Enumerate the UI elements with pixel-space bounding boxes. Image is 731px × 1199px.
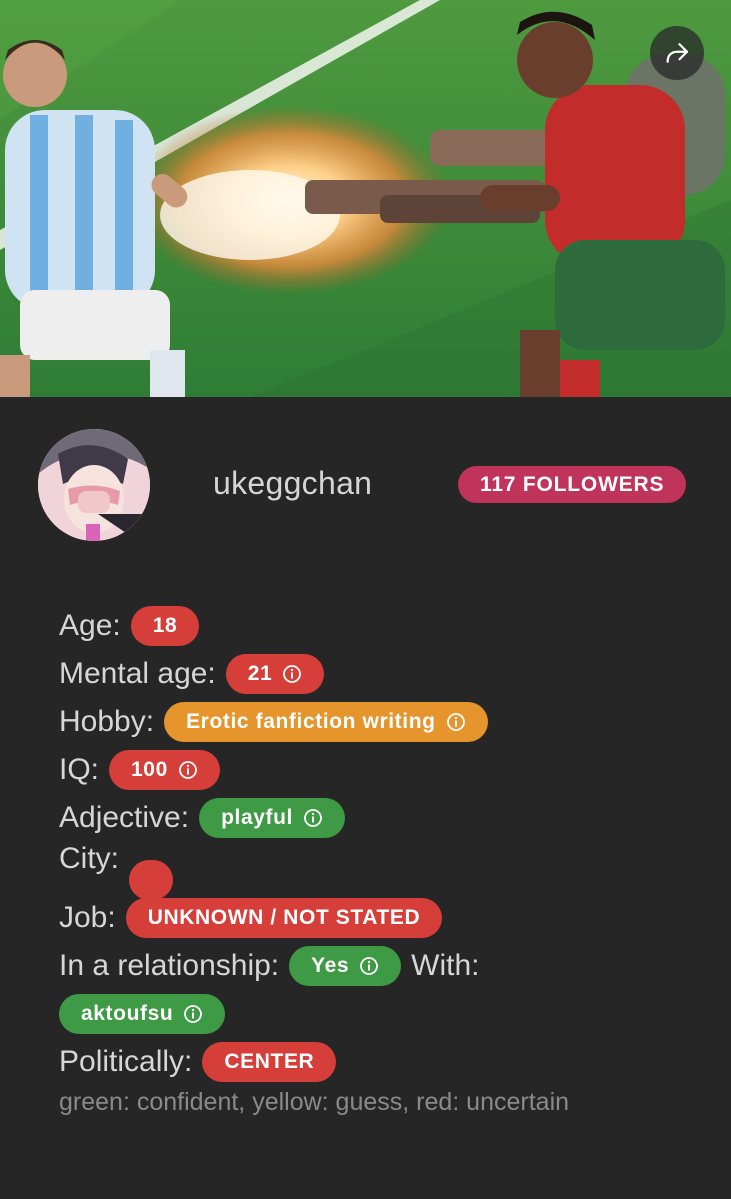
fact-label: IQ: bbox=[59, 753, 100, 786]
username: ukeggchan bbox=[213, 465, 373, 501]
badge-text: Yes bbox=[311, 954, 350, 977]
with-label: With: bbox=[411, 949, 480, 982]
confidence-legend: green: confident, yellow: guess, red: un… bbox=[59, 1088, 570, 1116]
badge-text: 18 bbox=[152, 614, 178, 637]
iq-badge[interactable]: 100 bbox=[109, 750, 220, 790]
banner-image bbox=[0, 0, 731, 397]
badge-text: CENTER bbox=[224, 1050, 315, 1073]
mental-age-badge[interactable]: 21 bbox=[225, 654, 325, 694]
badge-text: aktoufsu bbox=[81, 1002, 174, 1025]
fact-label: In a relationship: bbox=[59, 949, 280, 982]
badge-text: playful bbox=[221, 806, 293, 829]
info-icon[interactable] bbox=[359, 956, 379, 976]
info-icon[interactable] bbox=[446, 712, 466, 732]
fact-label: City: bbox=[59, 842, 119, 875]
age-badge[interactable]: 18 bbox=[130, 606, 200, 646]
fact-politically: Politically: CENTER bbox=[59, 1042, 337, 1082]
badge-text: Erotic fanfiction writing bbox=[186, 710, 436, 733]
share-icon bbox=[662, 38, 692, 68]
profile-card: ukeggchan 117 FOLLOWERS Age: 18 Mental a… bbox=[0, 0, 731, 1199]
partner-badge[interactable]: aktoufsu bbox=[59, 994, 226, 1034]
fact-mental-age: Mental age: 21 bbox=[59, 654, 325, 694]
fact-relationship: In a relationship: Yes With: bbox=[59, 946, 490, 986]
relationship-badge[interactable]: Yes bbox=[289, 946, 402, 986]
politically-badge[interactable]: CENTER bbox=[202, 1042, 337, 1082]
fact-label: Hobby: bbox=[59, 705, 155, 738]
fact-hobby: Hobby: Erotic fanfiction writing bbox=[59, 702, 488, 742]
fact-label: Politically: bbox=[59, 1045, 193, 1078]
adjective-badge[interactable]: playful bbox=[199, 798, 345, 838]
fact-label: Adjective: bbox=[59, 801, 190, 834]
fact-iq: IQ: 100 bbox=[59, 750, 220, 790]
fact-label: Mental age: bbox=[59, 657, 216, 690]
badge-text: 100 bbox=[131, 758, 168, 781]
hobby-badge[interactable]: Erotic fanfiction writing bbox=[164, 702, 488, 742]
job-badge[interactable]: UNKNOWN / NOT STATED bbox=[125, 898, 443, 938]
badge-text: 21 bbox=[247, 662, 273, 685]
fact-age: Age: 18 bbox=[59, 606, 200, 646]
fact-label: Job: bbox=[59, 901, 116, 934]
info-icon[interactable] bbox=[178, 760, 198, 780]
fact-partner: aktoufsu bbox=[59, 994, 226, 1034]
share-button[interactable] bbox=[650, 26, 704, 80]
fact-city: City: bbox=[59, 842, 173, 900]
info-icon[interactable] bbox=[303, 808, 323, 828]
avatar[interactable] bbox=[38, 429, 150, 541]
fact-job: Job: UNKNOWN / NOT STATED bbox=[59, 898, 443, 938]
city-badge[interactable] bbox=[129, 860, 173, 900]
profile-section: ukeggchan 117 FOLLOWERS Age: 18 Mental a… bbox=[0, 397, 731, 1199]
info-icon[interactable] bbox=[183, 1004, 203, 1024]
info-icon[interactable] bbox=[282, 664, 302, 684]
followers-badge[interactable]: 117 FOLLOWERS bbox=[458, 466, 687, 503]
badge-text: UNKNOWN / NOT STATED bbox=[147, 906, 421, 929]
fact-adjective: Adjective: playful bbox=[59, 798, 345, 838]
fact-label: Age: bbox=[59, 609, 121, 642]
